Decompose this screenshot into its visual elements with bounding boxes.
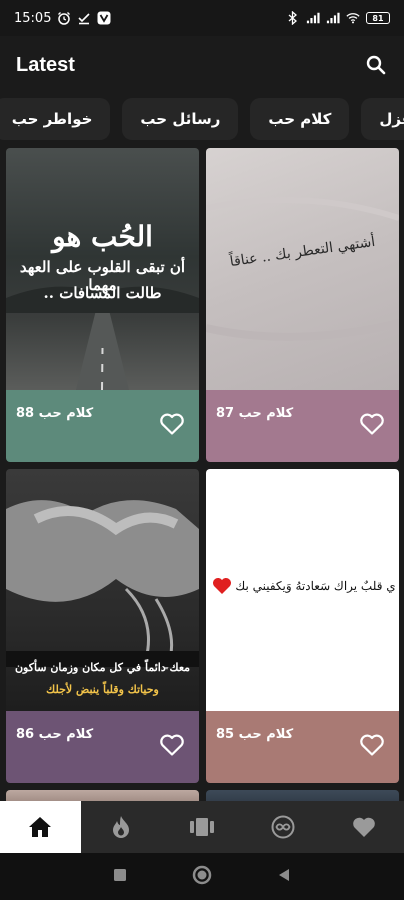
card-label: كلام حب 87: [216, 406, 294, 421]
home-icon: [29, 817, 52, 837]
chip-ghazal[interactable]: غزل: [361, 98, 404, 140]
quote-card[interactable]: الحُب هو أن تبقى القلوب على العهد مهما ط…: [6, 148, 199, 462]
app-bar: Latest: [0, 36, 404, 94]
home-system-button[interactable]: [192, 865, 212, 889]
heart-outline-icon: [160, 413, 184, 435]
wifi-icon: [346, 11, 360, 25]
favorite-button[interactable]: [359, 733, 385, 757]
bluetooth-icon: [286, 11, 300, 25]
nav-carousel[interactable]: [162, 801, 243, 853]
search-button[interactable]: [364, 53, 388, 77]
flame-icon: [113, 816, 130, 838]
back-button[interactable]: [276, 867, 292, 887]
card-label: كلام حب 86: [16, 727, 94, 742]
status-time: 15:05: [14, 10, 52, 26]
recents-button[interactable]: [112, 867, 128, 887]
system-nav-bar: [0, 853, 404, 900]
nav-favorites[interactable]: [323, 801, 404, 853]
card-image: معك دائماً في كل مكان وزمان سأكون وحياتك…: [6, 469, 199, 711]
nav-infinity[interactable]: [242, 801, 323, 853]
card-footer: كلام حب 86: [6, 711, 199, 783]
square-icon: [114, 868, 126, 881]
card-image-text: معك دائماً في كل مكان وزمان سأكون: [14, 661, 191, 674]
infinity-icon: [271, 815, 295, 839]
nav-trending[interactable]: [81, 801, 162, 853]
signal-icon: [306, 11, 320, 25]
chip-love-thoughts[interactable]: خواطر حب: [0, 98, 111, 140]
favorite-button[interactable]: [159, 412, 185, 436]
favorite-button[interactable]: [359, 412, 385, 436]
triangle-back-icon: [279, 868, 289, 881]
category-chips: غزل كلام حب رسائل حب خواطر حب: [0, 98, 404, 144]
quote-card[interactable]: ي قلبٌ يراك سَعادتهُ وَيكفيني بك كلام حب…: [206, 469, 399, 783]
favorite-button[interactable]: [159, 733, 185, 757]
card-image-text: ي قلبٌ يراك سَعادتهُ وَيكفيني بك: [235, 579, 396, 593]
quote-card[interactable]: أشتهي التعطر بك .. عناقاً كلام حب 87: [206, 148, 399, 462]
card-image-text: طالت المسافات ..: [43, 284, 162, 302]
chip-love-words[interactable]: كلام حب: [250, 98, 350, 140]
chip-love-messages[interactable]: رسائل حب: [122, 98, 239, 140]
card-image-text: وحياتك وقلباً ينبض لأجلك: [46, 683, 159, 696]
download-check-icon: [77, 11, 91, 25]
card-image-text: الحُب هو: [52, 220, 153, 253]
card-image: أشتهي التعطر بك .. عناقاً: [206, 148, 399, 390]
red-heart-icon: [212, 577, 232, 599]
nav-home[interactable]: [0, 801, 81, 853]
heart-outline-icon: [360, 413, 384, 435]
card-image: الحُب هو أن تبقى القلوب على العهد مهما ط…: [6, 148, 199, 390]
card-label: كلام حب 85: [216, 727, 294, 742]
battery-indicator: 81: [366, 12, 390, 24]
status-bar: 15:05 81: [0, 0, 404, 36]
heart-outline-icon: [160, 734, 184, 756]
carousel-icon: [189, 818, 214, 836]
card-image: ي قلبٌ يراك سَعادتهُ وَيكفيني بك: [206, 469, 399, 711]
circle-icon: [192, 865, 212, 884]
heart-outline-icon: [360, 734, 384, 756]
quote-card[interactable]: معك دائماً في كل مكان وزمان سأكون وحياتك…: [6, 469, 199, 783]
card-footer: كلام حب 88: [6, 390, 199, 462]
card-grid: الحُب هو أن تبقى القلوب على العهد مهما ط…: [6, 148, 399, 810]
search-icon: [366, 55, 386, 75]
card-footer: كلام حب 87: [206, 390, 399, 462]
card-label: كلام حب 88: [16, 406, 94, 421]
signal-icon-2: [326, 11, 340, 25]
page-title: Latest: [16, 53, 75, 76]
heart-icon: [352, 817, 375, 837]
alarm-icon: [57, 11, 71, 25]
bottom-nav: [0, 801, 404, 853]
card-footer: كلام حب 85: [206, 711, 399, 783]
app-v-icon: [97, 11, 111, 25]
